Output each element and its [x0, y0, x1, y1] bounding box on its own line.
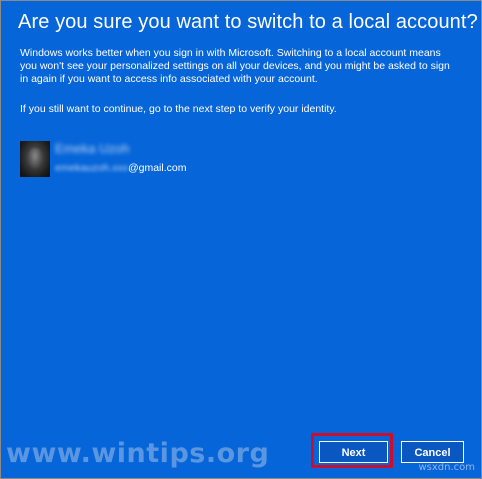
account-email-user: emekauzoh.xxx — [55, 162, 128, 174]
account-email: emekauzoh.xxx@gmail.com — [55, 162, 186, 174]
account-email-domain: @gmail.com — [127, 162, 187, 174]
corner-watermark: wsxdn.com — [418, 462, 475, 473]
switch-local-account-dialog: Are you sure you want to switch to a loc… — [0, 0, 482, 479]
cancel-button[interactable]: Cancel — [401, 441, 464, 463]
dialog-title: Are you sure you want to switch to a loc… — [18, 11, 478, 33]
account-name: Emeka Uzoh — [55, 141, 130, 156]
dialog-description: Windows works better when you sign in wi… — [20, 47, 450, 85]
watermark-logo: www.wintips.org — [6, 438, 270, 469]
avatar-face — [28, 148, 42, 168]
next-button[interactable]: Next — [319, 441, 388, 463]
dialog-instruction: If you still want to continue, go to the… — [20, 103, 337, 115]
avatar — [20, 141, 50, 177]
